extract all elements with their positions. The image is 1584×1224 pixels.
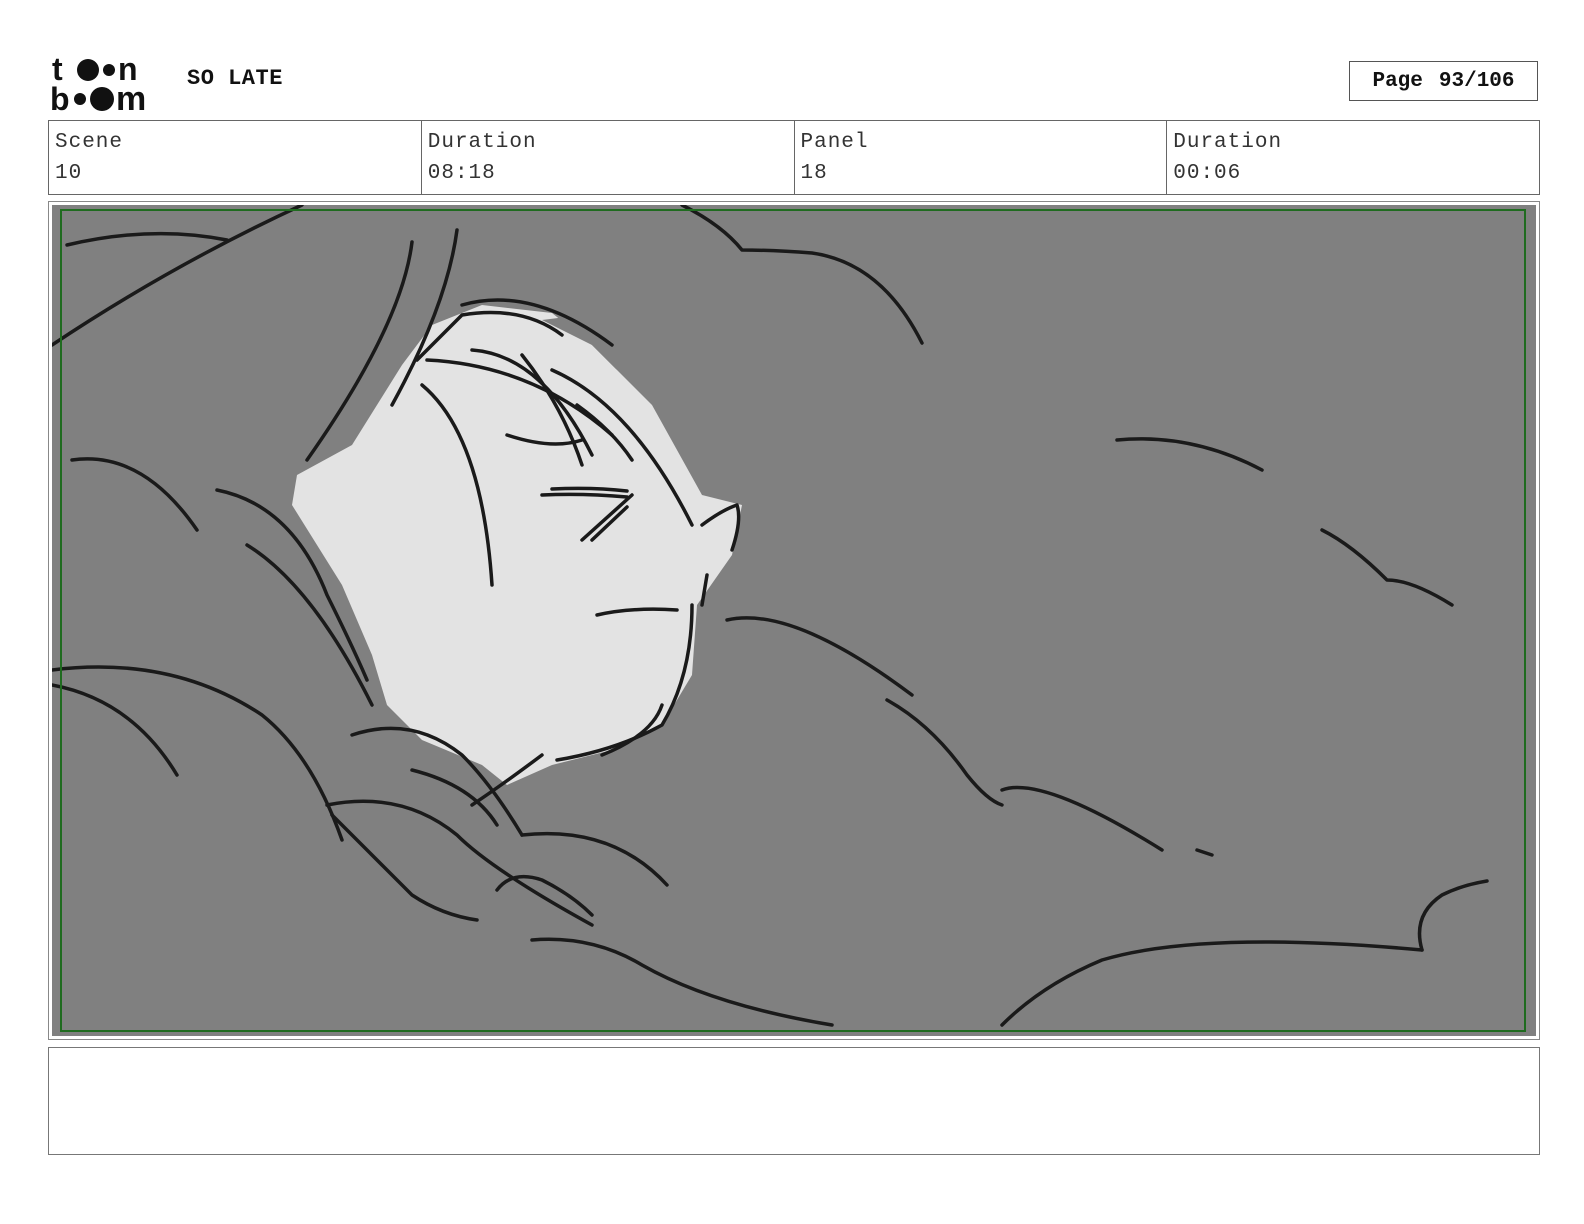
scene-label: Scene [55, 131, 124, 154]
storyboard-sketch-image [52, 205, 1536, 1036]
svg-text:b: b [50, 81, 70, 114]
panel-label: Panel [800, 131, 869, 154]
panel-duration-cell: Duration 00:06 [1167, 121, 1539, 194]
page-number: 93/106 [1438, 69, 1515, 93]
scene-duration-cell: Duration 08:18 [422, 121, 795, 194]
panel-duration-label: Duration [1173, 131, 1283, 154]
storyboard-panel [48, 201, 1540, 1040]
scene-info-table: Scene 10 Duration 08:18 Panel 18 Duratio… [48, 120, 1540, 195]
project-title: SO LATE [187, 66, 283, 91]
scene-value: 10 [55, 162, 83, 185]
sketch-drawing [52, 205, 1536, 1036]
scene-cell: Scene 10 [49, 121, 422, 194]
panel-cell: Panel 18 [795, 121, 1168, 194]
scene-duration-label: Duration [427, 131, 537, 154]
panel-duration-value: 00:06 [1173, 162, 1242, 185]
svg-text:m: m [116, 80, 146, 114]
panel-notes-box [48, 1047, 1540, 1155]
page-label: Page [1372, 69, 1423, 93]
scene-duration-value: 08:18 [427, 162, 496, 185]
toonboom-logo-icon: t n b m [50, 50, 165, 118]
page-indicator: Page 93/106 [1349, 61, 1538, 101]
panel-value: 18 [800, 162, 828, 185]
